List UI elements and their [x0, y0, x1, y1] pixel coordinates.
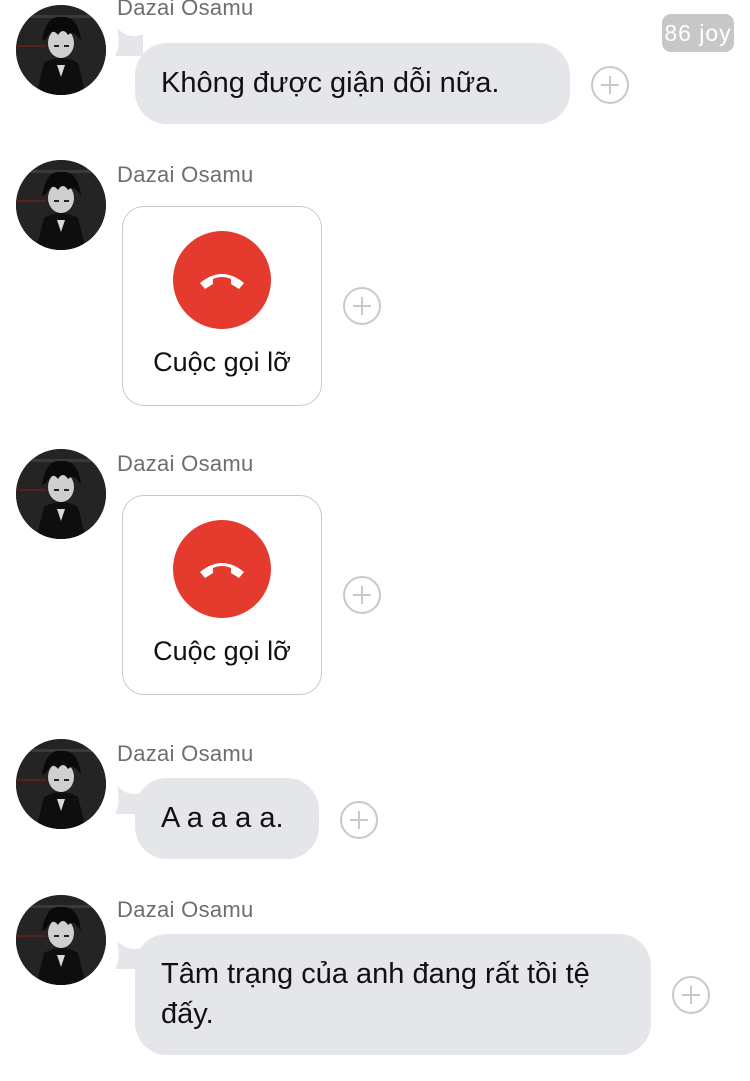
avatar-image	[16, 895, 106, 985]
avatar[interactable]	[16, 5, 106, 95]
avatar-image	[16, 160, 106, 250]
add-reaction-button[interactable]	[672, 976, 710, 1014]
avatar[interactable]	[16, 739, 106, 829]
sender-name: Dazai Osamu	[117, 897, 254, 922]
phone-hangup-icon	[200, 563, 244, 578]
message-bubble[interactable]: Tâm trạng của anh đang rất tồi tệ đấy.	[135, 934, 651, 1055]
avatar-image	[16, 739, 106, 829]
message-bubble[interactable]: Không được giận dỗi nữa.	[135, 43, 570, 124]
message-bubble[interactable]: A a a a a.	[135, 778, 319, 859]
add-reaction-button[interactable]	[343, 287, 381, 325]
add-reaction-button[interactable]	[343, 576, 381, 614]
avatar-image	[16, 5, 106, 95]
missed-call-label: Cuộc gọi lỡ	[153, 347, 291, 377]
bubble-tail	[115, 28, 143, 56]
avatar[interactable]	[16, 449, 106, 539]
sender-name: Dazai Osamu	[117, 741, 254, 766]
add-reaction-button[interactable]	[340, 801, 378, 839]
sender-name: Dazai Osamu	[117, 451, 254, 476]
add-reaction-button[interactable]	[591, 66, 629, 104]
missed-call-label: Cuộc gọi lỡ	[153, 636, 291, 666]
missed-call-indicator	[173, 231, 271, 329]
sender-name: Dazai Osamu	[117, 0, 254, 20]
missed-call-card[interactable]: Cuộc gọi lỡ	[122, 495, 322, 695]
missed-call-indicator	[173, 520, 271, 618]
avatar-image	[16, 449, 106, 539]
reaction-count-badge[interactable]: 86 joy	[662, 14, 734, 52]
avatar[interactable]	[16, 895, 106, 985]
sender-name: Dazai Osamu	[117, 162, 254, 187]
avatar[interactable]	[16, 160, 106, 250]
phone-hangup-icon	[200, 274, 244, 289]
missed-call-card[interactable]: Cuộc gọi lỡ	[122, 206, 322, 406]
